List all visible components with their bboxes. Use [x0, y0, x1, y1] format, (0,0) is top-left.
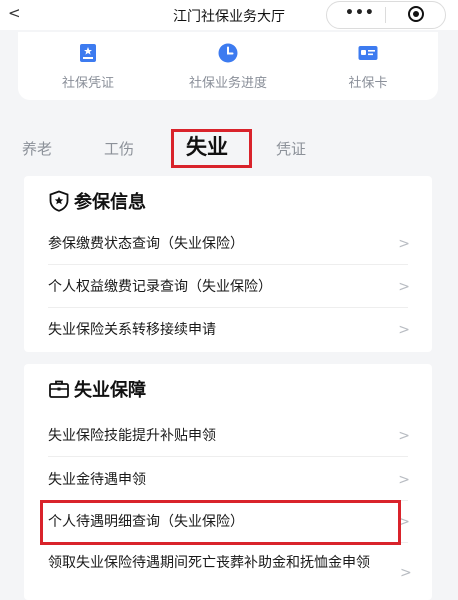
quick-link-label: 社保凭证 [61, 76, 114, 91]
more-menu-button[interactable]: ••• [345, 5, 375, 21]
insurance-info-card: 参保信息 参保缴费状态查询（失业保险） > 个人权益缴费记录查询（失业保险） >… [24, 176, 432, 352]
nav-bar: < 江门社保业务大厅 ••• [0, 0, 458, 30]
unemployment-benefits-card: 失业保障 失业保险技能提升补贴申领 > 失业金待遇申领 > 个人待遇明细查询（失… [24, 364, 432, 600]
list-item-label: 个人权益缴费记录查询（失业保险） [48, 279, 272, 295]
quick-link-label: 社保卡 [348, 76, 388, 91]
chevron-right-icon: > [398, 279, 410, 295]
tab-work-injury[interactable]: 工伤 [104, 138, 134, 159]
list-item-label: 失业保险关系转移接续申请 [48, 322, 216, 338]
mini-program-capsule: ••• [326, 1, 446, 29]
shield-star-icon [49, 190, 69, 212]
section-title: 参保信息 [74, 192, 146, 213]
chevron-right-icon: > [400, 565, 412, 581]
quick-link-label: 社保业务进度 [188, 76, 267, 91]
section-title: 失业保障 [74, 380, 146, 401]
chevron-right-icon: > [398, 322, 410, 338]
divider [48, 264, 408, 265]
tab-pension[interactable]: 养老 [22, 138, 52, 159]
section-header: 参保信息 [48, 188, 248, 214]
quick-services-card: 社保凭证 社保业务进度 社保卡 [18, 32, 438, 100]
list-item-label: 参保缴费状态查询（失业保险） [48, 236, 244, 252]
tab-certificate[interactable]: 凭证 [276, 138, 306, 159]
list-item-label: 领取失业保险待遇期间死亡丧葬补助金和抚恤金申领 [48, 555, 370, 571]
close-target-icon[interactable] [407, 5, 425, 23]
quick-link-certificate[interactable]: 社保凭证 [18, 42, 158, 91]
card-icon [358, 46, 378, 60]
divider [48, 307, 408, 308]
clock-icon [218, 43, 238, 63]
briefcase-icon [49, 380, 69, 398]
quick-link-card[interactable]: 社保卡 [298, 42, 438, 91]
highlight-box-tab [171, 129, 252, 168]
certificate-icon [80, 44, 96, 62]
section-header: 失业保障 [48, 376, 248, 402]
capsule-divider [385, 7, 386, 23]
chevron-right-icon: > [398, 472, 410, 488]
divider [48, 456, 408, 457]
chevron-right-icon: > [398, 428, 410, 444]
chevron-right-icon: > [398, 236, 410, 252]
highlight-box-item [40, 500, 401, 545]
quick-link-progress[interactable]: 社保业务进度 [158, 42, 298, 91]
list-item-label: 失业保险技能提升补贴申领 [48, 428, 216, 444]
list-item-label: 失业金待遇申领 [48, 472, 146, 488]
